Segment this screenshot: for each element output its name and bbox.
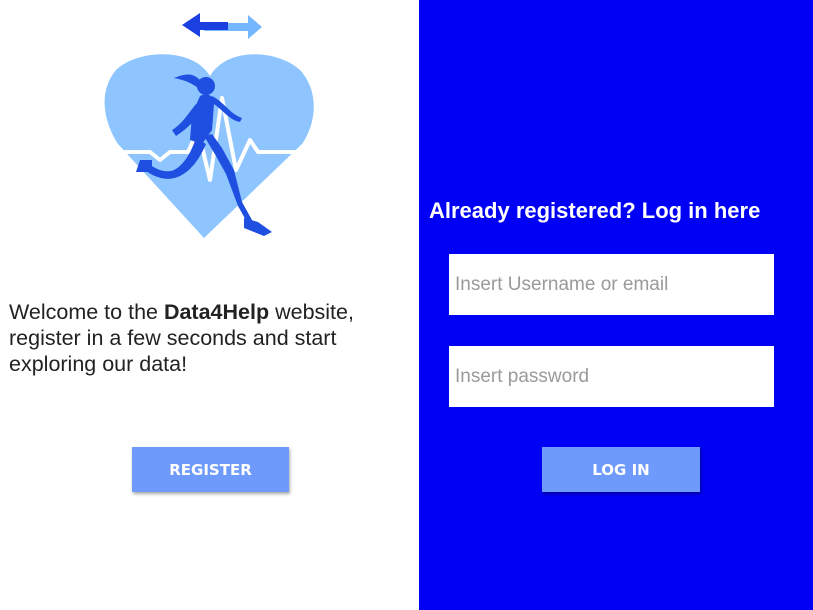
username-input[interactable] (449, 254, 774, 315)
register-button[interactable]: REGISTER (132, 447, 289, 492)
left-right-arrows-icon (182, 13, 262, 39)
login-button[interactable]: LOG IN (542, 447, 700, 492)
login-title: Already registered? Log in here (429, 198, 761, 223)
welcome-prefix: Welcome to the (9, 300, 164, 324)
password-input[interactable] (449, 346, 774, 407)
brand-name: Data4Help (163, 300, 270, 324)
register-panel: Welcome to the Data4Help website, regist… (0, 0, 419, 610)
heart-runner-logo-icon (104, 13, 314, 239)
welcome-message: Welcome to the Data4Help website, regist… (9, 299, 421, 377)
login-panel: Already registered? Log in here LOG IN (419, 0, 813, 610)
